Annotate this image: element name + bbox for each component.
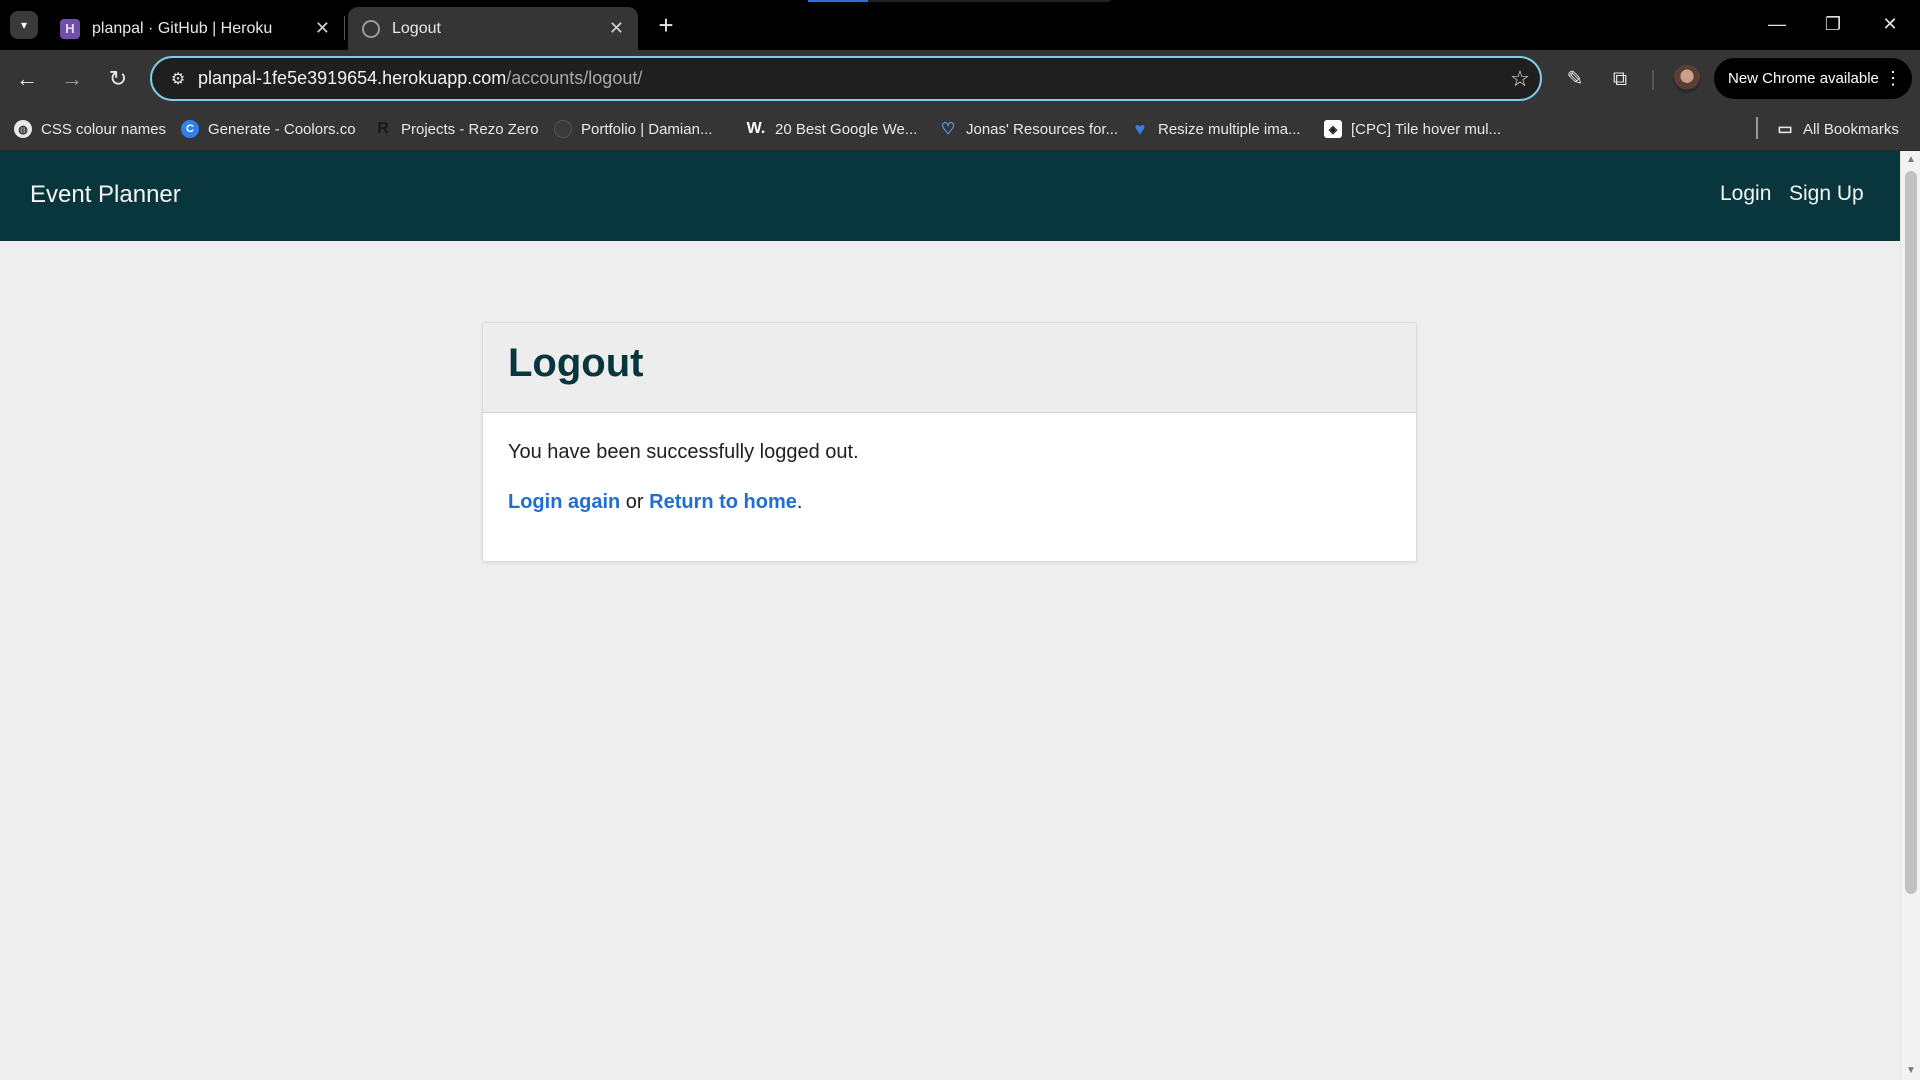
minimize-icon: — [1768, 14, 1786, 34]
url-text: planpal-1fe5e3919654.herokuapp.com/accou… [198, 68, 1500, 89]
update-chip-label: New Chrome available [1728, 70, 1879, 87]
tab-divider [344, 16, 345, 40]
bookmark-label: Resize multiple ima... [1158, 120, 1301, 138]
new-chrome-available-button[interactable]: New Chrome available ⋮ [1714, 58, 1912, 99]
avatar[interactable] [1673, 65, 1701, 93]
restore-icon: ❐ [1824, 14, 1842, 34]
tab-search-button[interactable]: ▾ [10, 11, 38, 39]
reload-icon: ↻ [108, 66, 128, 91]
toolbar-divider [1652, 70, 1654, 90]
bookmark-coolors[interactable]: C Generate - Coolors.co [181, 117, 356, 141]
login-again-link[interactable]: Login again [508, 491, 620, 513]
scroll-down-arrow-icon[interactable]: ▼ [1901, 1062, 1920, 1080]
heroku-icon: H [60, 18, 80, 39]
address-bar[interactable]: ⚙ planpal-1fe5e3919654.herokuapp.com/acc… [150, 56, 1542, 101]
tab-title: planpal · GitHub | Heroku [92, 19, 273, 37]
bookmark-label: [CPC] Tile hover mul... [1351, 120, 1502, 138]
eyedropper-extension-button[interactable]: ✎ [1560, 64, 1590, 94]
bookmark-label: CSS colour names [41, 120, 167, 138]
bookmark-cpc-tile-hover[interactable]: ◈ [CPC] Tile hover mul... [1324, 117, 1501, 141]
close-icon: ✕ [1882, 14, 1898, 34]
tab-strip: ▾ H planpal · GitHub | Heroku ✕ Logout ✕… [0, 0, 1920, 50]
or-text: or [620, 491, 650, 513]
bookmark-resize-images[interactable]: ♥ Resize multiple ima... [1131, 117, 1301, 141]
bookmark-label: Jonas' Resources for... [966, 120, 1119, 138]
url-path: /accounts/logout/ [506, 68, 643, 88]
site-navbar: Event Planner Login Sign Up [0, 151, 1900, 241]
heart-outline-icon: ♡ [940, 121, 956, 138]
return-home-link[interactable]: Return to home [649, 491, 797, 513]
close-icon[interactable]: ✕ [609, 18, 624, 39]
all-bookmarks-label: All Bookmarks [1803, 120, 1899, 138]
arrow-right-icon: → [61, 66, 83, 91]
page-title: Logout [508, 341, 644, 385]
nav-login-link[interactable]: Login [1720, 182, 1771, 206]
forward-button[interactable]: → [57, 64, 87, 94]
bookmarks-bar: ◍ CSS colour names C Generate - Coolors.… [0, 107, 1920, 151]
tab-title: Logout [392, 19, 441, 37]
codepen-icon: ◈ [1324, 120, 1342, 138]
portfolio-icon [554, 120, 572, 138]
bookmark-google-web-fonts[interactable]: W. 20 Best Google We... [746, 117, 918, 141]
site-info-icon[interactable]: ⚙ [158, 69, 198, 89]
bookmark-css-colour-names[interactable]: ◍ CSS colour names [14, 117, 166, 141]
scroll-up-arrow-icon[interactable]: ▲ [1901, 151, 1920, 169]
card-header: Logout [483, 323, 1416, 413]
logout-message: You have been successfully logged out. [508, 441, 859, 463]
logout-card: Logout You have been successfully logged… [482, 322, 1417, 562]
scrollbar-thumb[interactable] [1905, 171, 1917, 894]
eyedropper-icon: ✎ [1566, 68, 1584, 90]
bookmark-label: Generate - Coolors.co [208, 120, 356, 138]
restore-button[interactable]: ❐ [1813, 8, 1853, 40]
folder-icon: ▭ [1777, 121, 1793, 138]
new-tab-button[interactable]: + [652, 12, 680, 40]
url-host: planpal-1fe5e3919654.herokuapp.com [198, 68, 507, 88]
heart-icon: ♥ [1134, 118, 1146, 139]
globe-icon: ◍ [14, 120, 32, 138]
bookmark-star-icon[interactable]: ☆ [1500, 66, 1540, 92]
bookmark-label: 20 Best Google We... [775, 120, 918, 138]
browser-toolbar: ← → ↻ ⚙ planpal-1fe5e3919654.herokuapp.c… [0, 50, 1920, 107]
bookmarks-divider [1756, 117, 1758, 139]
reload-button[interactable]: ↻ [103, 64, 133, 94]
arrow-left-icon: ← [16, 66, 38, 91]
loading-bar [808, 0, 1110, 2]
bookmark-label: Portfolio | Damian... [581, 120, 713, 138]
bookmark-jonas-resources[interactable]: ♡ Jonas' Resources for... [939, 117, 1118, 141]
bookmark-portfolio-damian[interactable]: Portfolio | Damian... [554, 117, 712, 141]
period-text: . [796, 491, 803, 513]
close-icon[interactable]: ✕ [315, 18, 330, 39]
vertical-scrollbar[interactable]: ▲ ▼ [1900, 151, 1920, 1080]
w-icon: W. [746, 120, 766, 137]
all-bookmarks-button[interactable]: ▭ All Bookmarks [1776, 117, 1899, 141]
plus-icon: + [658, 10, 674, 40]
bookmark-rezo-zero[interactable]: R Projects - Rezo Zero [374, 117, 539, 141]
card-actions: Login again or Return to home. [508, 491, 1391, 514]
coolors-icon: C [181, 120, 199, 138]
nav-signup-link[interactable]: Sign Up [1789, 182, 1864, 206]
brand-link[interactable]: Event Planner [30, 181, 181, 209]
globe-icon [362, 19, 380, 38]
rezo-icon: R [377, 120, 389, 137]
extensions-button[interactable]: ⧉ [1605, 64, 1635, 94]
bookmark-label: Projects - Rezo Zero [401, 120, 539, 138]
minimize-button[interactable]: — [1757, 8, 1797, 40]
tab-logout[interactable]: Logout ✕ [348, 7, 638, 50]
chevron-down-icon: ▾ [20, 18, 28, 32]
tab-planpal-heroku[interactable]: H planpal · GitHub | Heroku ✕ [46, 7, 344, 50]
more-vert-icon: ⋮ [1884, 68, 1902, 88]
card-body: You have been successfully logged out. L… [483, 413, 1416, 542]
back-button[interactable]: ← [12, 64, 42, 94]
close-window-button[interactable]: ✕ [1870, 8, 1910, 40]
page-viewport: Event Planner Login Sign Up Logout You h… [0, 151, 1920, 1080]
puzzle-icon: ⧉ [1612, 68, 1628, 90]
